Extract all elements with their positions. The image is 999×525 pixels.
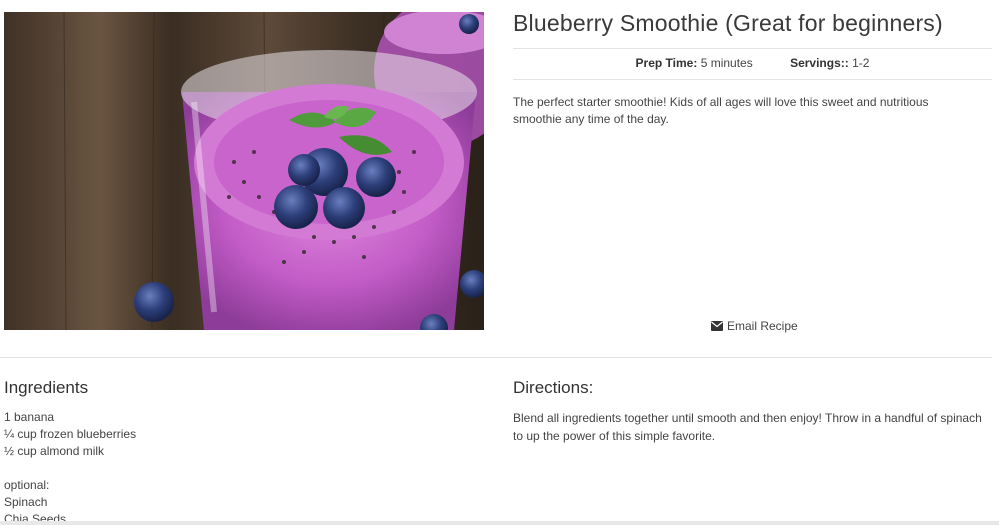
ingredients-heading: Ingredients xyxy=(4,378,89,397)
servings-label: Servings:: xyxy=(790,56,849,70)
ingredients-list: 1 banana ¼ cup frozen blueberries ½ cup … xyxy=(4,409,136,525)
directions-heading: Directions: xyxy=(513,378,594,397)
prep-time-label: Prep Time: xyxy=(635,56,698,70)
email-recipe-link[interactable]: Email Recipe xyxy=(711,319,798,333)
servings-value: 1-2 xyxy=(852,56,870,70)
ingredient-item: 1 banana xyxy=(4,410,55,424)
directions-text: Blend all ingredients together until smo… xyxy=(513,411,982,443)
meta-divider xyxy=(513,79,992,80)
ingredient-item: Spinach xyxy=(4,495,48,509)
prep-time: Prep Time: 5 minutes xyxy=(636,56,753,70)
recipe-meta: Prep Time: 5 minutes Servings:: 1-2 xyxy=(513,56,992,70)
recipe-page: Blueberry Smoothie (Great for beginners)… xyxy=(0,0,999,525)
optional-label: optional: xyxy=(4,478,50,492)
section-divider xyxy=(0,357,992,358)
envelope-icon xyxy=(711,321,723,331)
ingredient-spacer xyxy=(4,460,136,477)
servings: Servings:: 1-2 xyxy=(790,56,869,70)
email-recipe-label: Email Recipe xyxy=(727,319,798,333)
title-divider xyxy=(513,48,992,49)
ingredient-item: ¼ cup frozen blueberries xyxy=(4,427,137,441)
prep-time-value: 5 minutes xyxy=(700,56,753,70)
recipe-title: Blueberry Smoothie (Great for beginners) xyxy=(513,10,943,36)
recipe-description: The perfect starter smoothie! Kids of al… xyxy=(513,95,929,126)
smoothie-illustration xyxy=(4,12,484,330)
bottom-scroll-edge xyxy=(0,521,999,525)
recipe-photo xyxy=(4,12,484,330)
ingredient-item: ½ cup almond milk xyxy=(4,444,105,458)
